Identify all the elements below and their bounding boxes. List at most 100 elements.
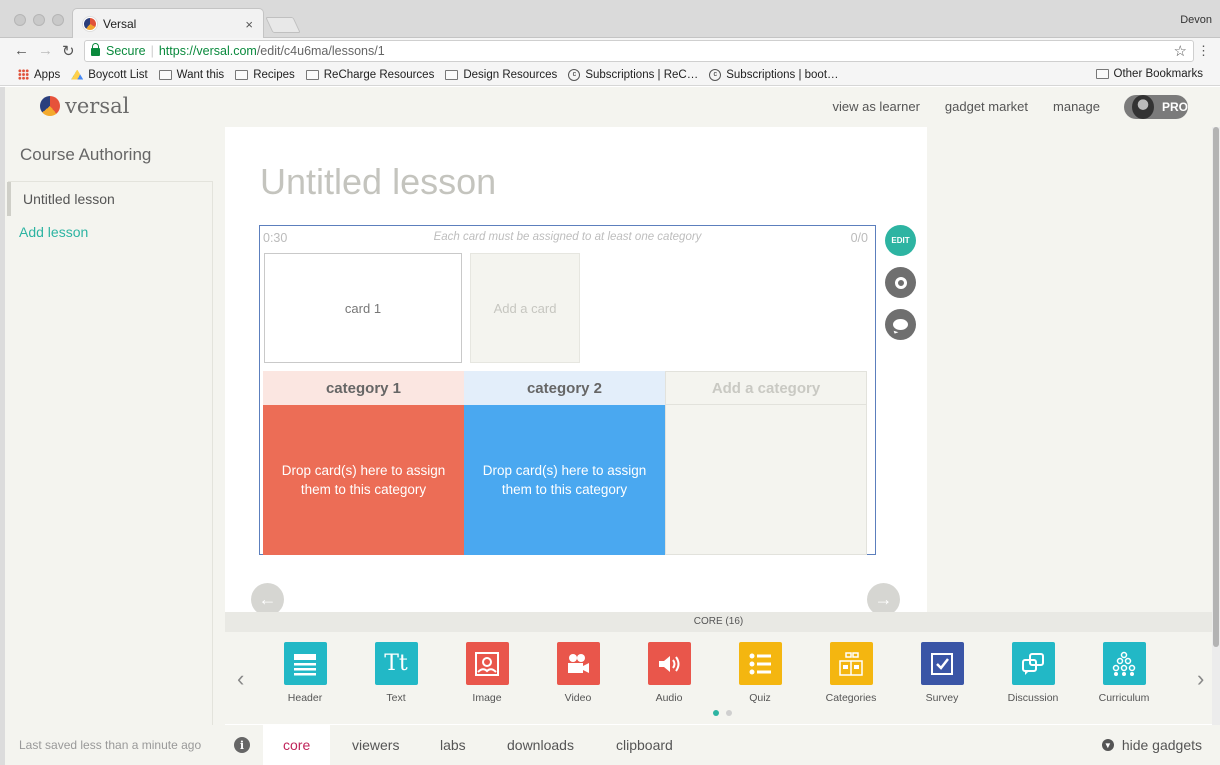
gadget-tile-text[interactable]: Tt Text	[361, 642, 431, 704]
empty-category-dropzone	[665, 405, 867, 555]
new-tab-button[interactable]	[265, 17, 301, 33]
comment-bubble-icon	[893, 319, 908, 330]
bookmark-subscriptions-recharge[interactable]: c Subscriptions | ReC…	[568, 68, 698, 81]
gadget-comments-button[interactable]	[885, 309, 916, 340]
folder-icon	[1095, 69, 1109, 79]
category-2-header[interactable]: category 2	[464, 371, 665, 405]
scrollbar[interactable]	[1212, 127, 1220, 725]
browser-tab[interactable]: Versal ×	[72, 8, 264, 39]
tray-prev-chevron-icon[interactable]: ‹	[237, 666, 244, 692]
bookmark-apps[interactable]: Apps	[18, 69, 60, 81]
right-panel	[927, 127, 1212, 612]
tab-clipboard[interactable]: clipboard	[616, 725, 673, 765]
minimize-window-button[interactable]	[33, 14, 45, 26]
tab-viewers[interactable]: viewers	[352, 725, 399, 765]
hide-gadgets-label: hide gadgets	[1121, 737, 1202, 753]
gadget-tile-quiz[interactable]: Quiz	[725, 642, 795, 704]
versal-logo[interactable]: versal	[40, 94, 129, 118]
reload-icon[interactable]: ↻	[62, 42, 75, 60]
bookmark-recharge-resources[interactable]: ReCharge Resources	[305, 69, 434, 81]
gadget-label: Text	[386, 692, 406, 704]
back-arrow-icon[interactable]: ←	[14, 42, 29, 59]
browser-profile[interactable]: Devon	[1180, 14, 1212, 26]
gadget-instructions: Each card must be assigned to at least o…	[433, 231, 702, 243]
bookmark-want-this[interactable]: Want this	[158, 69, 224, 81]
url-separator: |	[150, 44, 154, 58]
sidebar-item-untitled-lesson[interactable]: Untitled lesson	[7, 182, 213, 216]
curriculum-icon	[1102, 642, 1146, 685]
gadget-settings-button[interactable]	[885, 267, 916, 298]
lesson-canvas: Untitled lesson 0:30 Each card must be a…	[225, 127, 927, 616]
gadget-tile-header[interactable]: Header	[270, 642, 340, 704]
edit-gadget-button[interactable]: EDIT	[885, 225, 916, 256]
tab-title: Versal	[103, 17, 137, 31]
gadget-tile-curriculum[interactable]: Curriculum	[1089, 642, 1159, 704]
gadget-tile-audio[interactable]: Audio	[634, 642, 704, 704]
gadget-label: Audio	[655, 692, 683, 704]
add-card-button[interactable]: Add a card	[470, 253, 580, 363]
browser-menu-icon[interactable]: ⋮	[1197, 43, 1210, 59]
bookmark-boycott-list[interactable]: Boycott List	[71, 69, 148, 81]
categories-gadget[interactable]: 0:30 Each card must be assigned to at le…	[259, 225, 876, 555]
gadget-tile-discussion[interactable]: Discussion	[998, 642, 1068, 704]
category-2-dropzone[interactable]: Drop card(s) here to assign them to this…	[464, 405, 665, 555]
tab-downloads[interactable]: downloads	[507, 725, 574, 765]
gadget-market-link[interactable]: gadget market	[945, 99, 1028, 114]
subscription-site-icon: c	[709, 68, 722, 81]
subscription-site-icon: c	[568, 68, 581, 81]
bookmark-recipes[interactable]: Recipes	[235, 69, 295, 81]
gadget-tile-survey[interactable]: Survey	[907, 642, 977, 704]
zoom-window-button[interactable]	[52, 14, 64, 26]
info-icon[interactable]: i	[234, 737, 250, 753]
folder-icon	[305, 69, 319, 80]
browser-tabstrip: Versal × Devon	[0, 0, 1220, 39]
avatar	[1132, 95, 1154, 119]
course-sidebar: Course Authoring Untitled lesson Add les…	[5, 127, 225, 725]
other-bookmarks[interactable]: Other Bookmarks	[1095, 68, 1203, 80]
tab-close-icon[interactable]: ×	[245, 17, 253, 32]
add-lesson-link[interactable]: Add lesson	[19, 224, 88, 240]
account-menu[interactable]: PRO	[1124, 95, 1188, 119]
bookmarks-bar: Apps Boycott List Want this Recipes ReCh…	[0, 64, 1220, 86]
add-category-button[interactable]: Add a category	[665, 371, 867, 405]
app-header: versal view as learner gadget market man…	[5, 87, 1220, 127]
google-drive-icon	[71, 69, 84, 80]
versal-favicon-icon	[83, 17, 97, 31]
tab-labs[interactable]: labs	[440, 725, 466, 765]
quiz-icon	[738, 642, 782, 685]
manage-link[interactable]: manage	[1053, 99, 1100, 114]
logo-text: versal	[65, 94, 130, 118]
gadget-label: Quiz	[749, 692, 771, 704]
divider	[212, 182, 213, 725]
gadget-tray: ‹ › Header Tt Text Image Video Audio Qui…	[225, 632, 1212, 724]
view-as-learner-link[interactable]: view as learner	[832, 99, 919, 114]
secure-label: Secure	[106, 44, 146, 58]
gear-icon	[894, 276, 907, 289]
tray-next-chevron-icon[interactable]: ›	[1197, 666, 1204, 692]
card[interactable]: card 1	[264, 253, 462, 363]
apps-grid-icon	[18, 69, 29, 80]
bookmark-star-icon[interactable]: ☆	[1174, 42, 1187, 60]
gadget-tile-categories[interactable]: Categories	[816, 642, 886, 704]
url-host: https://versal.com	[158, 44, 257, 58]
hide-gadgets-button[interactable]: ▼ hide gadgets	[1101, 725, 1202, 765]
text-icon: Tt	[374, 642, 418, 685]
top-nav: view as learner gadget market manage	[832, 99, 1100, 114]
lesson-title[interactable]: Untitled lesson	[260, 161, 496, 203]
page-dot[interactable]	[726, 710, 732, 716]
gadget-label: Discussion	[1007, 692, 1059, 704]
gadget-tile-image[interactable]: Image	[452, 642, 522, 704]
category-1-dropzone[interactable]: Drop card(s) here to assign them to this…	[263, 405, 464, 555]
bookmark-subscriptions-boot[interactable]: c Subscriptions | boot…	[709, 68, 839, 81]
scrollbar-thumb[interactable]	[1213, 127, 1219, 647]
tab-core[interactable]: core	[263, 725, 331, 765]
forward-arrow-icon[interactable]: →	[38, 42, 53, 59]
category-1-header[interactable]: category 1	[263, 371, 464, 405]
gadget-label: Header	[287, 692, 323, 704]
close-window-button[interactable]	[14, 14, 26, 26]
bookmark-design-resources[interactable]: Design Resources	[445, 69, 557, 81]
url-field[interactable]: Secure | https://versal.com /edit/c4u6ma…	[84, 40, 1194, 62]
page-dot-active[interactable]	[713, 710, 719, 716]
gadget-tile-video[interactable]: Video	[543, 642, 613, 704]
gadget-label: Curriculum	[1098, 692, 1150, 704]
